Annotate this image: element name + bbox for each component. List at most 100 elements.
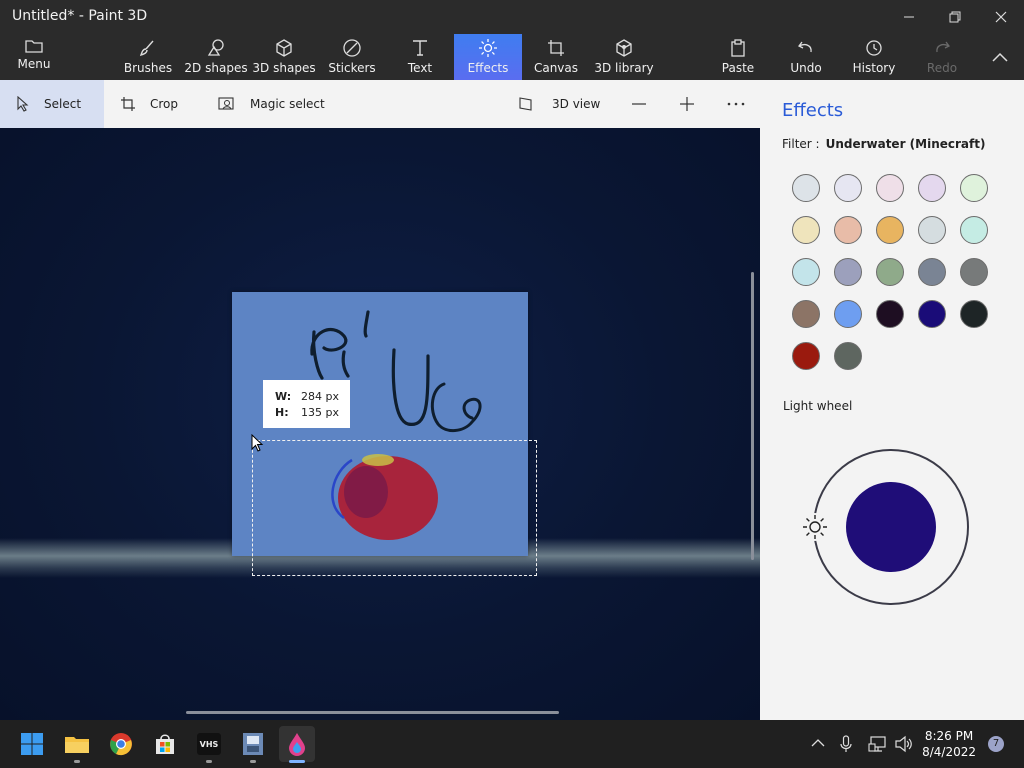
- paste-icon: [731, 39, 745, 57]
- filter-swatch[interactable]: [792, 174, 820, 202]
- 3d-view-label: 3D view: [552, 97, 601, 111]
- size-tooltip: W: 284 px H: 135 px: [263, 380, 350, 428]
- taskbar-film[interactable]: [235, 726, 271, 763]
- menu-label: Menu: [17, 57, 51, 71]
- filter-swatch[interactable]: [918, 300, 946, 328]
- 3d-shapes-button[interactable]: 3D shapes: [252, 34, 316, 80]
- microphone-icon[interactable]: [840, 735, 852, 753]
- brushes-button[interactable]: Brushes: [122, 34, 174, 80]
- taskbar-vhs[interactable]: VHS: [191, 726, 227, 763]
- filter-swatch[interactable]: [834, 300, 862, 328]
- filter-swatch[interactable]: [834, 174, 862, 202]
- filter-swatch[interactable]: [834, 258, 862, 286]
- minimize-icon: [904, 16, 914, 18]
- filter-swatch[interactable]: [792, 258, 820, 286]
- light-color-circle: [846, 482, 936, 572]
- 2d-shapes-icon: [207, 39, 224, 56]
- stickers-button[interactable]: Stickers: [326, 34, 378, 80]
- filter-row: Filter : Underwater (Minecraft): [782, 137, 985, 151]
- clock-date: 8/4/2022: [922, 745, 976, 759]
- filter-swatch[interactable]: [960, 216, 988, 244]
- width-value: 284 px: [301, 390, 339, 403]
- paint3d-icon: [289, 733, 305, 756]
- height-row: H: 135 px: [275, 406, 339, 419]
- magic-select-tool[interactable]: Magic select: [218, 80, 325, 128]
- undo-button[interactable]: Undo: [786, 34, 826, 80]
- menu-button[interactable]: Menu: [10, 34, 58, 80]
- filter-swatch[interactable]: [918, 258, 946, 286]
- filter-swatch[interactable]: [960, 174, 988, 202]
- more-icon: [727, 102, 745, 106]
- history-button[interactable]: History: [850, 34, 898, 80]
- 2d-shapes-label: 2D shapes: [184, 61, 248, 75]
- minimize-button[interactable]: [886, 0, 932, 34]
- crop-icon: [120, 96, 136, 112]
- filter-swatch[interactable]: [834, 216, 862, 244]
- history-icon: [866, 40, 882, 56]
- filter-swatch[interactable]: [960, 300, 988, 328]
- filter-swatch[interactable]: [792, 342, 820, 370]
- crop-canvas-icon: [548, 40, 564, 56]
- network-icon[interactable]: [868, 735, 888, 753]
- sun-icon: [479, 39, 497, 57]
- paste-button[interactable]: Paste: [718, 34, 758, 80]
- text-button[interactable]: Text: [396, 34, 444, 80]
- restore-icon: [949, 11, 961, 23]
- cube-icon: [276, 39, 292, 57]
- zoom-in-button[interactable]: [678, 80, 696, 128]
- more-options-button[interactable]: [726, 80, 746, 128]
- start-button[interactable]: [14, 726, 50, 762]
- taskbar-store[interactable]: [147, 726, 183, 762]
- 2d-shapes-button[interactable]: 2D shapes: [184, 34, 248, 80]
- light-wheel-label: Light wheel: [783, 399, 853, 413]
- clock[interactable]: 8:26 PM 8/4/2022: [922, 728, 976, 760]
- restore-button[interactable]: [932, 0, 978, 34]
- chevron-up-tray-icon[interactable]: [811, 738, 825, 748]
- filter-swatch[interactable]: [960, 258, 988, 286]
- height-label: H:: [275, 406, 289, 419]
- volume-icon[interactable]: [894, 735, 914, 753]
- collapse-ribbon-button[interactable]: [984, 34, 1016, 80]
- select-tool[interactable]: Select: [0, 80, 104, 128]
- taskbar-paint3d[interactable]: [279, 726, 315, 763]
- 3d-library-button[interactable]: 3D library: [594, 34, 654, 80]
- 3d-view-icon: [518, 96, 534, 112]
- crop-tool[interactable]: Crop: [120, 80, 178, 128]
- filter-value: Underwater (Minecraft): [825, 137, 986, 151]
- store-icon: [156, 734, 174, 754]
- filter-swatch[interactable]: [918, 174, 946, 202]
- taskbar-file-explorer[interactable]: [59, 726, 95, 763]
- height-value: 135 px: [301, 406, 339, 419]
- selection-box[interactable]: [252, 440, 537, 576]
- close-button[interactable]: [978, 0, 1024, 34]
- width-label: W:: [275, 390, 292, 403]
- notification-badge[interactable]: 7: [988, 736, 1004, 752]
- canvas-workspace[interactable]: W: 284 px H: 135 px: [0, 128, 760, 720]
- width-row: W: 284 px: [275, 390, 339, 403]
- light-wheel[interactable]: [796, 442, 976, 612]
- zoom-out-button[interactable]: [630, 80, 648, 128]
- cursor-icon: [16, 96, 30, 112]
- folder-icon: [25, 40, 43, 53]
- filter-swatch[interactable]: [876, 216, 904, 244]
- filter-swatch[interactable]: [876, 174, 904, 202]
- vertical-scrollbar[interactable]: [751, 272, 754, 560]
- filter-swatch[interactable]: [876, 258, 904, 286]
- 3d-view-toggle[interactable]: 3D view: [518, 80, 600, 128]
- 3d-library-icon: [616, 39, 632, 57]
- redo-button[interactable]: Redo: [922, 34, 962, 80]
- filter-swatch[interactable]: [918, 216, 946, 244]
- 3d-library-label: 3D library: [594, 61, 654, 75]
- filter-swatch[interactable]: [792, 216, 820, 244]
- crop-label: Crop: [150, 97, 179, 111]
- filter-swatch[interactable]: [876, 300, 904, 328]
- canvas-button[interactable]: Canvas: [532, 34, 580, 80]
- film-icon: [243, 733, 263, 755]
- taskbar-chrome[interactable]: [103, 726, 139, 762]
- filter-swatch[interactable]: [792, 300, 820, 328]
- horizontal-scrollbar[interactable]: [186, 711, 559, 714]
- filter-swatch[interactable]: [834, 342, 862, 370]
- paste-label: Paste: [721, 61, 755, 75]
- stickers-label: Stickers: [328, 61, 376, 75]
- effects-button[interactable]: Effects: [454, 34, 522, 80]
